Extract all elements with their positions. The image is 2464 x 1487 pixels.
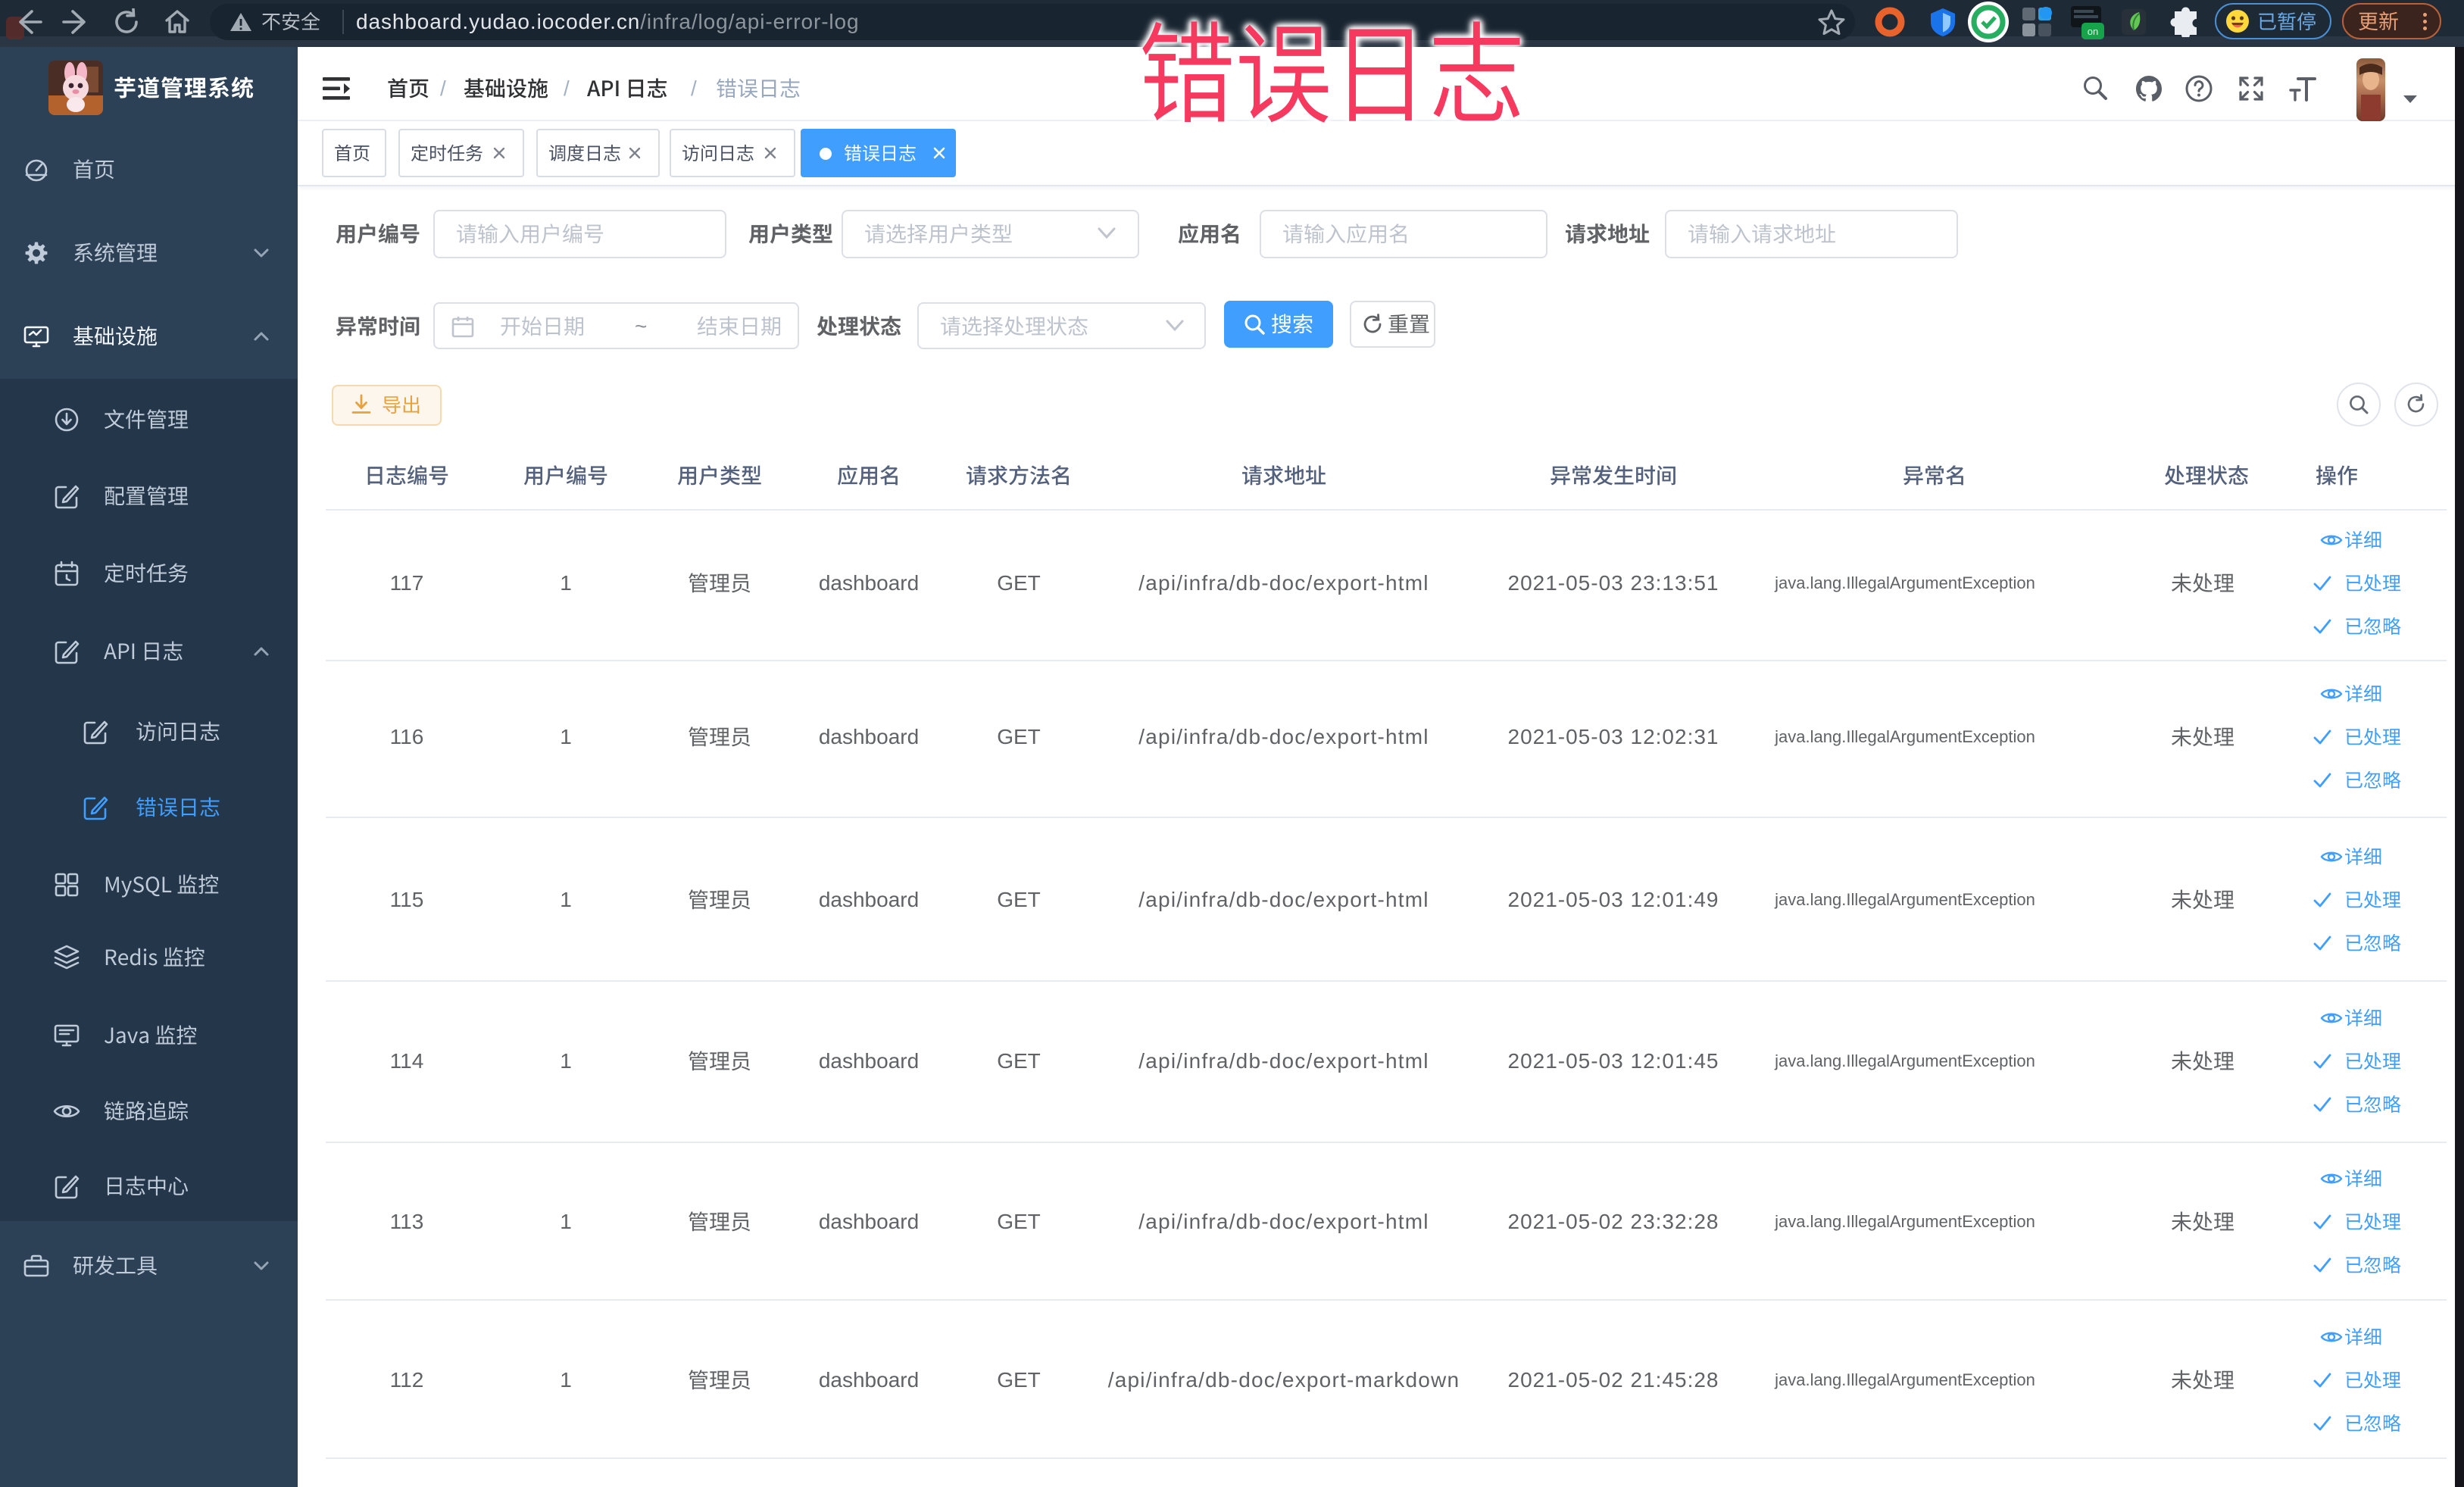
svg-text:on: on <box>2088 26 2098 37</box>
